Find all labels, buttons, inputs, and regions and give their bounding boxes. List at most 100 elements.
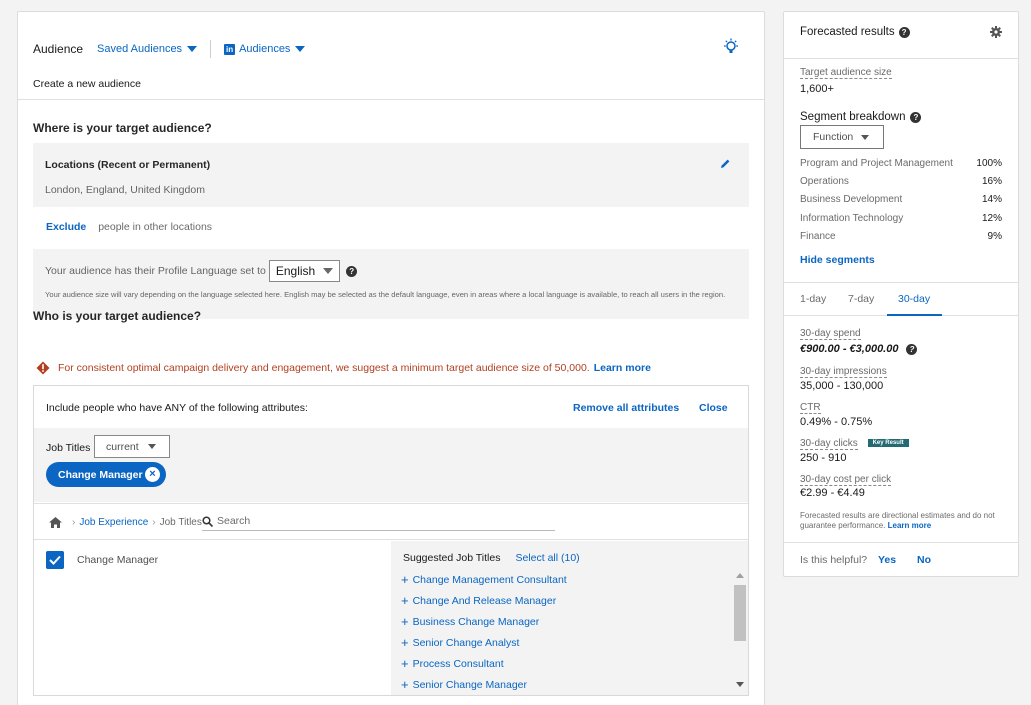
- select-all-link[interactable]: Select all (10): [515, 552, 579, 564]
- checkbox-checked[interactable]: [46, 551, 64, 569]
- selected-chip: Change Manager ×: [46, 462, 166, 487]
- segment-row: Operations 16%: [800, 176, 1002, 187]
- suggestion-item[interactable]: + Process Consultant: [401, 657, 504, 670]
- selected-list: Change Manager: [34, 541, 390, 695]
- who-section-title: Who is your target audience?: [33, 309, 202, 323]
- breadcrumb-job-experience[interactable]: Job Experience: [79, 517, 148, 528]
- language-select[interactable]: English: [268, 260, 341, 282]
- suggestion-label: Senior Change Manager: [412, 678, 528, 691]
- home-icon[interactable]: [49, 517, 62, 528]
- suggestion-label: Change And Release Manager: [412, 594, 557, 607]
- search-icon: [202, 515, 213, 527]
- close-button[interactable]: Close: [699, 402, 728, 414]
- scroll-thumb[interactable]: [734, 585, 746, 641]
- scrollbar[interactable]: [731, 568, 748, 692]
- help-icon[interactable]: ?: [898, 26, 910, 38]
- spend-value-row: €900.00 - €3,000.00 ?: [800, 343, 918, 355]
- impressions-label[interactable]: 30-day impressions: [800, 366, 887, 378]
- saved-audiences-dropdown[interactable]: Saved Audiences: [97, 43, 198, 55]
- breadcrumb-job-titles: Job Titles: [159, 517, 202, 528]
- linkedin-icon: in: [224, 43, 236, 55]
- audience-card: Audience Saved Audiences in Audiences Cr…: [17, 11, 765, 705]
- job-titles-filter-select[interactable]: current: [94, 435, 170, 458]
- helpful-no-button[interactable]: No: [917, 554, 931, 566]
- remove-chip-icon[interactable]: ×: [145, 467, 160, 482]
- help-icon[interactable]: ?: [906, 343, 918, 355]
- clicks-label-row: 30-day clicks Key Result: [800, 438, 909, 450]
- segment-pct: 14%: [981, 194, 1002, 205]
- disclaimer-learn-more-link[interactable]: Learn more: [888, 521, 932, 530]
- scroll-up-icon[interactable]: [736, 573, 744, 578]
- audience-header: Audience Saved Audiences in Audiences Cr…: [18, 12, 764, 100]
- language-prefix: Your audience has their Profile Language…: [45, 265, 266, 277]
- target-size-label[interactable]: Target audience size: [800, 67, 892, 79]
- plus-icon: +: [401, 593, 409, 608]
- breadcrumb-separator: ›: [152, 517, 156, 528]
- impressions-value: 35,000 - 130,000: [800, 380, 884, 392]
- audiences-label: Audiences: [239, 43, 291, 55]
- audiences-dropdown[interactable]: in Audiences: [224, 43, 306, 55]
- tab-30-day[interactable]: 30-day: [898, 293, 930, 305]
- segment-row: Business Development 14%: [800, 194, 1002, 205]
- tab-7-day[interactable]: 7-day: [848, 293, 874, 305]
- where-section-title: Where is your target audience?: [33, 121, 212, 135]
- language-note: Your audience size will vary depending o…: [45, 290, 726, 299]
- plus-icon: +: [401, 614, 409, 629]
- remove-all-attributes-button[interactable]: Remove all attributes: [573, 402, 679, 414]
- job-titles-label: Job Titles: [46, 442, 91, 454]
- suggestion-item[interactable]: + Business Change Manager: [401, 615, 539, 628]
- audience-size-warning: For consistent optimal campaign delivery…: [36, 361, 651, 375]
- suggestion-item[interactable]: + Senior Change Manager: [401, 678, 527, 691]
- language-value: English: [275, 264, 316, 278]
- saved-audiences-label: Saved Audiences: [97, 43, 183, 55]
- exclude-link[interactable]: Exclude: [46, 221, 86, 233]
- help-icon[interactable]: ?: [346, 265, 358, 277]
- key-result-badge: Key Result: [867, 439, 909, 448]
- segment-row: Information Technology 12%: [800, 213, 1002, 224]
- search-input[interactable]: Search: [202, 512, 555, 531]
- locations-value: London, England, United Kingdom: [45, 184, 205, 196]
- plus-icon: +: [401, 677, 409, 692]
- help-icon[interactable]: ?: [910, 111, 922, 123]
- segment-function-select[interactable]: Function: [800, 125, 884, 149]
- search-placeholder: Search: [217, 515, 251, 527]
- locations-label: Locations (Recent or Permanent): [45, 159, 211, 171]
- ctr-label[interactable]: CTR: [800, 402, 821, 414]
- breadcrumb: › Job Experience › Job Titles: [68, 517, 202, 528]
- spend-label[interactable]: 30-day spend: [800, 328, 861, 340]
- suggestion-label: Change Management Consultant: [412, 573, 567, 586]
- segment-pct: 9%: [987, 231, 1002, 242]
- breadcrumb-separator: ›: [72, 517, 76, 528]
- exclude-text: people in other locations: [98, 221, 213, 233]
- attributes-header: Include people who have ANY of the follo…: [34, 386, 748, 428]
- cpc-label[interactable]: 30-day cost per click: [800, 474, 892, 486]
- pencil-icon[interactable]: [719, 158, 731, 170]
- gear-icon[interactable]: [990, 26, 1002, 38]
- suggestion-item[interactable]: + Change And Release Manager: [401, 594, 556, 607]
- suggestion-label: Senior Change Analyst: [412, 636, 520, 649]
- segment-pct: 100%: [976, 158, 1002, 169]
- warning-icon: [36, 361, 50, 375]
- forecast-tabs: 1-day 7-day 30-day: [784, 282, 1018, 316]
- suggestion-item[interactable]: + Senior Change Analyst: [401, 636, 519, 649]
- suggestion-item[interactable]: + Change Management Consultant: [401, 573, 567, 586]
- clicks-label[interactable]: 30-day clicks: [800, 438, 858, 450]
- hide-segments-link[interactable]: Hide segments: [800, 254, 875, 266]
- forecast-disclaimer: Forecasted results are directional estim…: [800, 511, 1005, 531]
- helpful-yes-button[interactable]: Yes: [878, 554, 896, 566]
- segment-name: Business Development: [800, 194, 903, 205]
- suggested-title: Suggested Job Titles: [403, 552, 501, 564]
- scroll-down-icon[interactable]: [736, 682, 744, 687]
- divider: [210, 40, 212, 58]
- segment-select-value: Function: [813, 131, 854, 143]
- exclude-row: Exclude people in other locations: [46, 221, 212, 233]
- suggestion-label: Process Consultant: [412, 657, 504, 670]
- segment-row: Finance 9%: [800, 231, 1002, 242]
- lightbulb-icon[interactable]: [722, 38, 740, 56]
- tab-1-day[interactable]: 1-day: [800, 293, 826, 305]
- learn-more-link[interactable]: Learn more: [594, 362, 651, 374]
- segment-breakdown-title: Segment breakdown: [800, 111, 906, 123]
- suggested-panel: Suggested Job Titles Select all (10) + Ch…: [391, 541, 748, 695]
- segment-row: Program and Project Management 100%: [800, 158, 1002, 169]
- helpful-feedback: Is this helpful? Yes No: [784, 542, 1018, 577]
